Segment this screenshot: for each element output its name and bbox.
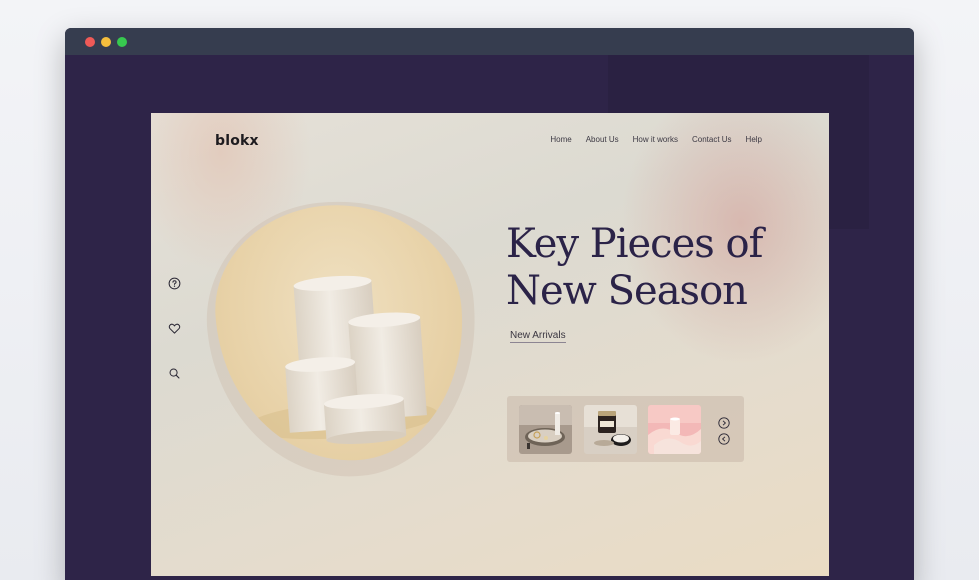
product-carousel bbox=[507, 396, 744, 462]
maximize-window-button[interactable] bbox=[117, 36, 127, 47]
nav-link-home[interactable]: Home bbox=[550, 135, 571, 144]
nav-link-contact-us[interactable]: Contact Us bbox=[692, 135, 732, 144]
podium-cylinders-illustration bbox=[248, 275, 438, 445]
carousel-item-jewelry[interactable] bbox=[519, 405, 572, 454]
help-circle-icon[interactable] bbox=[168, 277, 181, 290]
jewelry-tray-thumbnail bbox=[519, 405, 572, 454]
screen: blokx Home About Us How it works Contact… bbox=[0, 0, 979, 580]
side-icon-bar bbox=[168, 277, 181, 380]
browser-viewport: blokx Home About Us How it works Contact… bbox=[65, 55, 914, 580]
hero-headline-line-1: Key Pieces of bbox=[506, 221, 763, 267]
new-arrivals-link[interactable]: New Arrivals bbox=[510, 330, 566, 343]
main-navigation: Home About Us How it works Contact Us He… bbox=[550, 135, 762, 144]
hero-product-image bbox=[208, 196, 472, 470]
carousel-item-candle[interactable] bbox=[584, 405, 637, 454]
site-logo[interactable]: blokx bbox=[215, 133, 259, 149]
minimize-window-button[interactable] bbox=[101, 36, 111, 47]
prev-arrow-icon[interactable] bbox=[718, 433, 730, 445]
hero-headline-line-2: New Season bbox=[506, 268, 748, 314]
carousel-item-silk[interactable] bbox=[648, 405, 701, 454]
website-hero: blokx Home About Us How it works Contact… bbox=[151, 113, 829, 576]
nav-link-how-it-works[interactable]: How it works bbox=[633, 135, 678, 144]
search-icon[interactable] bbox=[168, 367, 181, 380]
browser-window: blokx Home About Us How it works Contact… bbox=[65, 28, 914, 580]
nav-link-help[interactable]: Help bbox=[746, 135, 762, 144]
nav-link-about-us[interactable]: About Us bbox=[586, 135, 619, 144]
heart-icon[interactable] bbox=[168, 322, 181, 335]
pink-silk-thumbnail bbox=[648, 405, 701, 454]
browser-titlebar bbox=[65, 28, 914, 55]
close-window-button[interactable] bbox=[85, 36, 95, 47]
candle-jar-thumbnail bbox=[584, 405, 637, 454]
hero-headline: Key Pieces of New Season bbox=[506, 221, 806, 315]
next-arrow-icon[interactable] bbox=[718, 417, 730, 429]
